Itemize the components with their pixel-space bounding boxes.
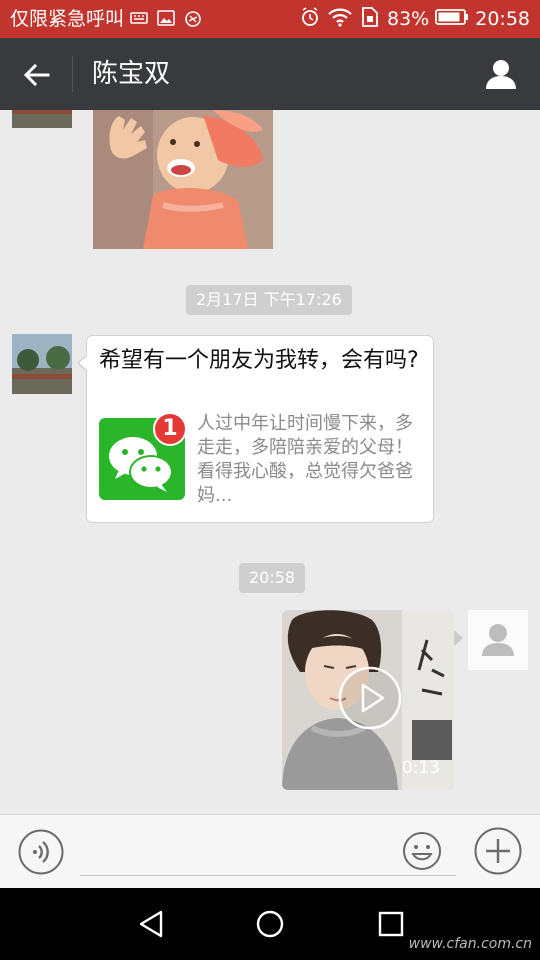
chat-header: 陈宝双 bbox=[0, 38, 540, 110]
keyboard-icon bbox=[130, 10, 148, 26]
received-photo[interactable] bbox=[93, 110, 273, 249]
input-bar bbox=[0, 814, 540, 888]
my-avatar[interactable] bbox=[468, 610, 528, 670]
sender-avatar[interactable] bbox=[12, 334, 72, 394]
video-message[interactable]: 0:13 bbox=[282, 610, 454, 790]
alarm-icon bbox=[299, 6, 321, 33]
status-right: 83% 20:58 bbox=[299, 6, 530, 32]
more-options-icon[interactable] bbox=[474, 827, 522, 875]
card-title: 希望有一个朋友为我转，会有吗? bbox=[99, 348, 419, 373]
carrier-text: 仅限紧急呼叫 bbox=[10, 8, 125, 30]
home-circle-icon[interactable] bbox=[254, 908, 286, 940]
timestamp-label: 2月17日 下午17:26 bbox=[186, 285, 352, 315]
image-icon bbox=[157, 10, 175, 26]
clock-time: 20:58 bbox=[475, 8, 530, 30]
header-divider bbox=[72, 56, 73, 92]
battery-icon bbox=[435, 8, 469, 31]
message-input[interactable] bbox=[80, 825, 456, 876]
sender-avatar[interactable] bbox=[12, 110, 72, 128]
card-description: 人过中年让时间慢下来，多走走，多陪陪亲爱的父母！ 看得我心酸，总觉得欠爸爸妈..… bbox=[197, 413, 413, 506]
watermark-text: www.cfan.com.cn bbox=[408, 936, 532, 952]
unread-badge: 1 bbox=[153, 412, 187, 446]
battery-percent: 83% bbox=[387, 8, 430, 30]
status-bar: 仅限紧急呼叫 83% 20:58 bbox=[0, 0, 540, 38]
wifi-icon bbox=[327, 7, 353, 32]
contact-name: 陈宝双 bbox=[92, 59, 171, 89]
contact-profile-icon[interactable] bbox=[484, 58, 518, 90]
shared-link-card[interactable]: 希望有一个朋友为我转，会有吗? 1 人过中年让时间慢下来，多走走，多陪陪亲爱的父… bbox=[77, 335, 434, 523]
bubble-tail bbox=[454, 630, 463, 646]
wechat-logo-icon: 1 bbox=[99, 412, 187, 500]
voice-input-icon[interactable] bbox=[18, 829, 64, 875]
play-button-icon[interactable] bbox=[338, 666, 402, 730]
back-arrow-icon[interactable] bbox=[20, 58, 54, 92]
system-navigation-bar: www.cfan.com.cn bbox=[0, 888, 540, 960]
sim-icon bbox=[359, 6, 381, 33]
back-triangle-icon[interactable] bbox=[135, 908, 167, 940]
timestamp-label: 20:58 bbox=[239, 563, 306, 593]
sync-icon bbox=[184, 10, 202, 27]
recents-square-icon[interactable] bbox=[375, 908, 407, 940]
message-list[interactable]: 2月17日 下午17:26 希望有一个朋友为我转，会有吗? 1 人过中年让时间慢… bbox=[0, 110, 540, 814]
emoji-icon[interactable] bbox=[402, 831, 442, 871]
video-duration: 0:13 bbox=[401, 758, 440, 778]
